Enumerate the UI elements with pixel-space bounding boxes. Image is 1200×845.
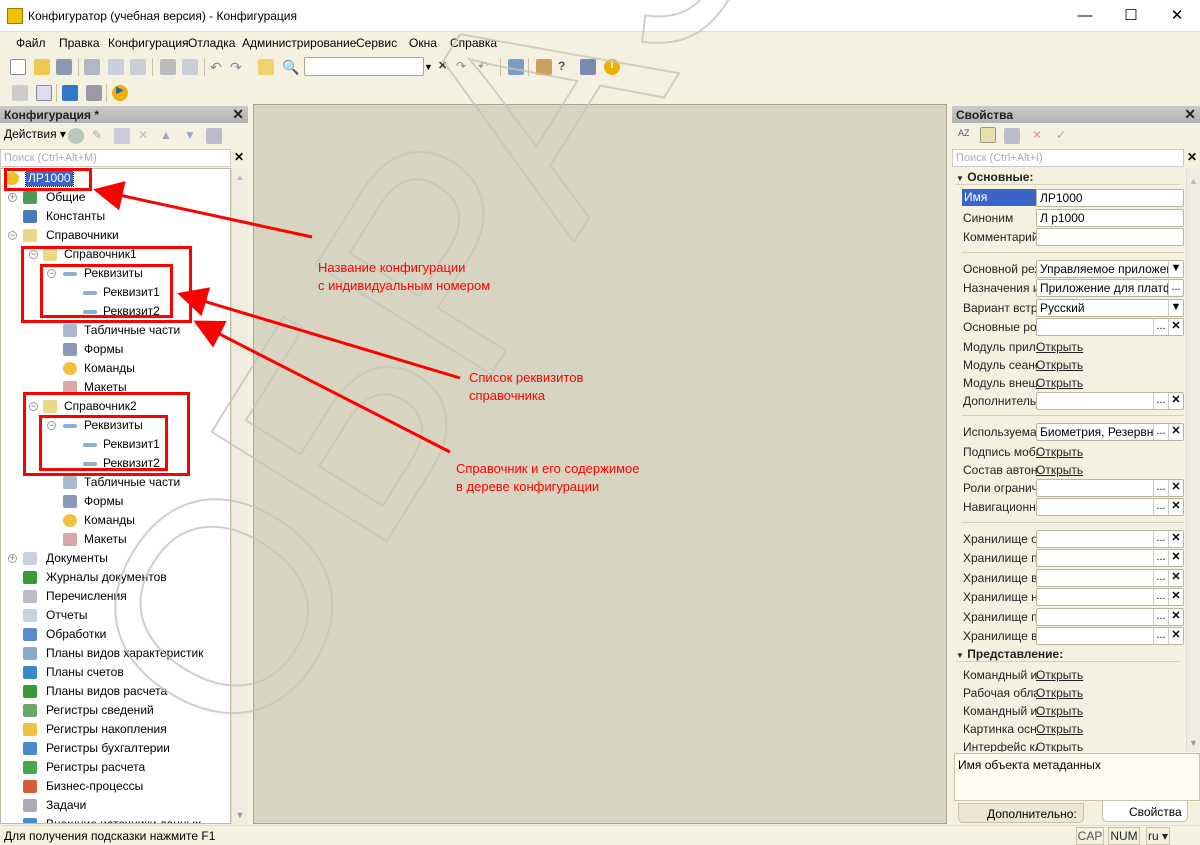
status-bar: Для получения подсказки нажмите F1 CAP N… xyxy=(0,825,1200,845)
annotation-config-name: Название конфигурации с индивидуальным н… xyxy=(318,260,491,293)
annotation-catalog: Справочник и его содержимое в дереве кон… xyxy=(456,461,640,494)
num-indicator: NUM xyxy=(1108,827,1140,845)
language-selector[interactable]: ru ▾ xyxy=(1146,827,1170,845)
arrow-config-name xyxy=(93,181,313,239)
annotation-attributes: Список реквизитов справочника xyxy=(469,370,584,403)
annotation-arrows xyxy=(93,181,461,454)
caps-indicator: CAP xyxy=(1076,827,1104,845)
arrow-catalog xyxy=(193,320,451,454)
status-hint: Для получения подсказки нажмите F1 xyxy=(4,829,216,843)
